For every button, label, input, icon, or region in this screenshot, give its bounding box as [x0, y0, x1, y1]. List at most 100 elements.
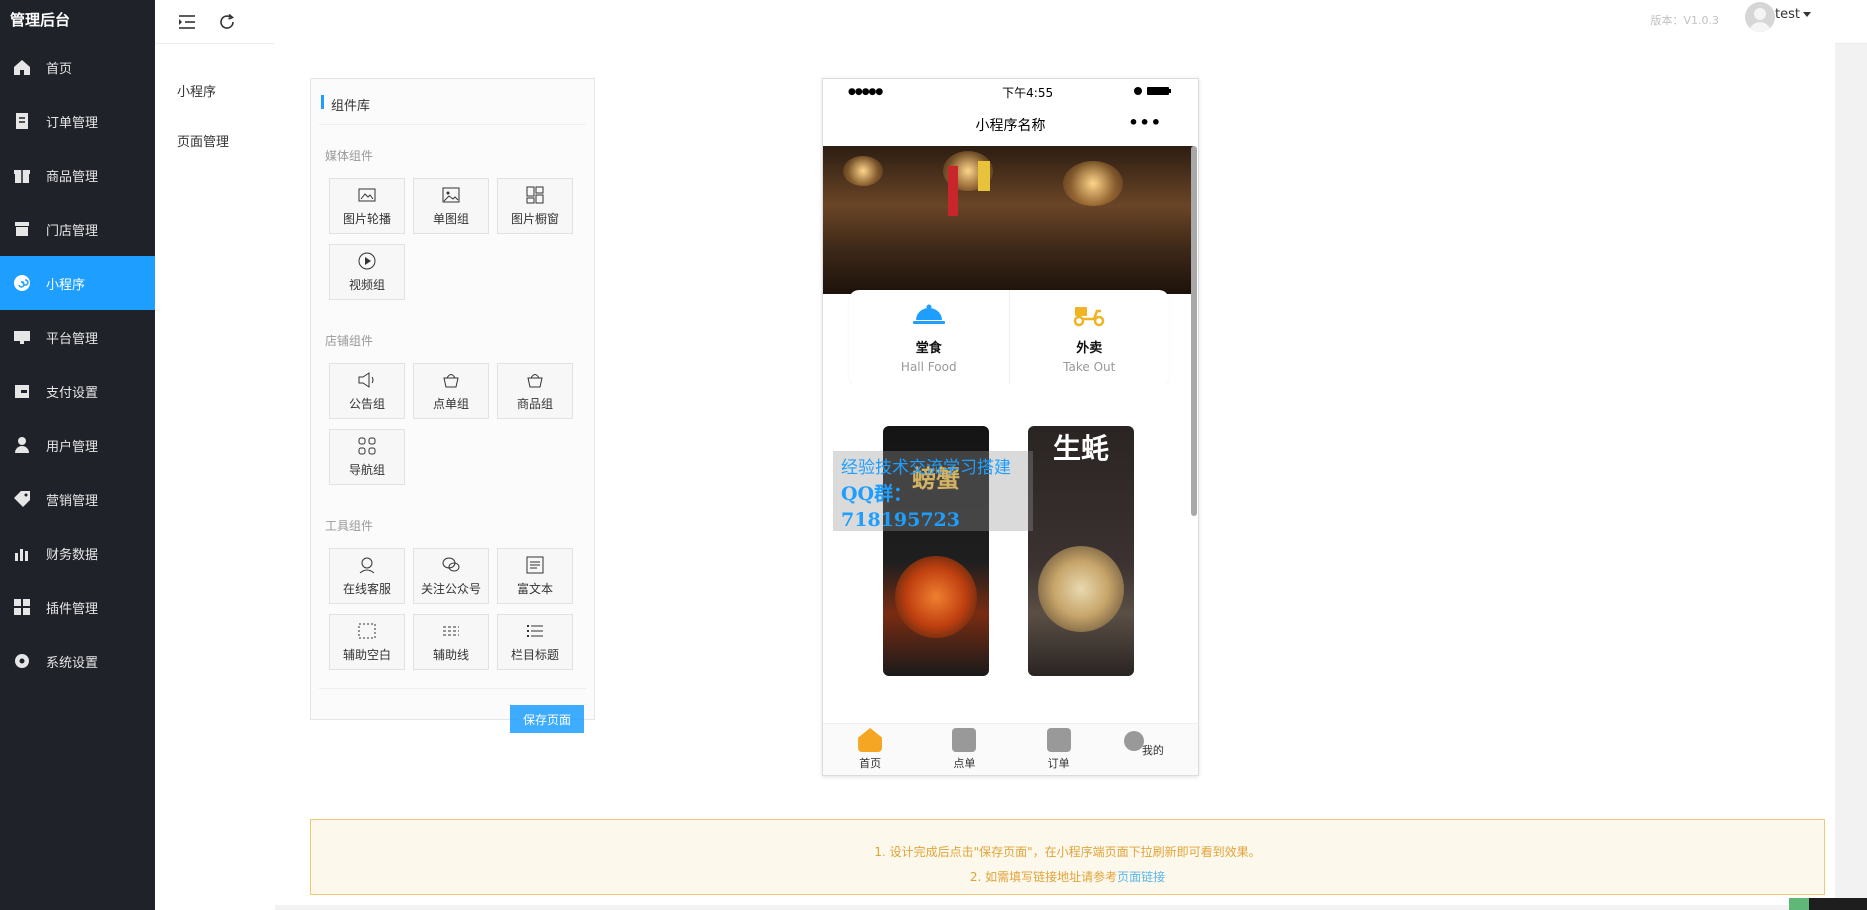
banner-sign [978, 161, 990, 191]
store-icon [12, 219, 32, 239]
phone-scrollbar[interactable] [1191, 146, 1197, 516]
subnav-item-miniapp[interactable]: 小程序 [155, 68, 275, 118]
tab-home[interactable]: 首页 [823, 724, 917, 775]
play-icon [358, 252, 376, 270]
component-button[interactable]: 栏目标题 [497, 614, 573, 670]
chart-icon [12, 543, 32, 563]
watermark-qq: QQ群：718195723 [841, 483, 960, 531]
component-grid: 公告组 点单组 商品组导航组 [329, 363, 589, 495]
sidebar: 管理后台 首页 订单管理 商品管理 门店管理 小程序 平台管理 支付设置 用户管理 营销管理 财务… [0, 0, 155, 910]
gear-icon [12, 651, 32, 671]
sidebar-item-0[interactable]: 首页 [0, 40, 155, 94]
phone-title-bar: 小程序名称 ••• [823, 105, 1198, 145]
notice-line-1: 1. 设计完成后点击"保存页面"，在小程序端页面下拉刷新即可看到效果。 [874, 845, 1261, 859]
component-button[interactable]: 单图组 [413, 178, 489, 234]
sidebar-item-2[interactable]: 商品管理 [0, 148, 155, 202]
sidebar-item-1[interactable]: 订单管理 [0, 94, 155, 148]
sidebar-item-5[interactable]: 平台管理 [0, 310, 155, 364]
component-label: 辅助线 [432, 648, 469, 662]
sidebar-item-10[interactable]: 插件管理 [0, 580, 155, 634]
sidebar-item-4[interactable]: 小程序 [0, 256, 155, 310]
sidebar-item-label: 系统设置 [46, 655, 99, 671]
component-label: 关注公众号 [420, 582, 481, 596]
tag-icon [12, 489, 32, 509]
card-hall-food[interactable]: 堂食 Hall Food [849, 290, 1009, 386]
sidebar-item-label: 营销管理 [46, 493, 99, 509]
component-button[interactable]: 导航组 [329, 429, 405, 485]
component-library: 组件库 媒体组件 图片轮播 单图组 图片橱窗 视频组 店铺组件 公告组 点单组 商品组 导航组 工具… [310, 78, 595, 733]
poster-oyster[interactable]: 生蚝 [1028, 426, 1134, 676]
sidebar-item-label: 首页 [46, 61, 73, 77]
order-icon [12, 111, 32, 131]
component-button[interactable]: 图片轮播 [329, 178, 405, 234]
tab-label: 首页 [859, 757, 882, 770]
subnav-item-pages[interactable]: 页面管理 [155, 118, 275, 168]
sidebar-item-7[interactable]: 用户管理 [0, 418, 155, 472]
sidebar-item-3[interactable]: 门店管理 [0, 202, 155, 256]
sidebar-item-label: 订单管理 [46, 115, 99, 131]
phone-tab-bar: 首页 点单 订单 我的 [823, 723, 1198, 775]
component-button[interactable]: 富文本 [497, 548, 573, 604]
card-take-out[interactable]: 外卖 Take Out [1008, 290, 1170, 386]
notice-line-2: 2. 如需填写链接地址请参考页面链接 [311, 865, 1824, 890]
notice-line-2-text: 2. 如需填写链接地址请参考 [969, 870, 1118, 884]
component-grid: 在线客服 关注公众号 富文本辅助空白 辅助线 栏目标题 [329, 548, 589, 680]
clipboard-icon [1046, 728, 1071, 752]
component-button[interactable]: 图片橱窗 [497, 178, 573, 234]
tab-mine[interactable]: 我的 [1106, 724, 1198, 775]
component-button[interactable]: 辅助线 [413, 614, 489, 670]
page-link[interactable]: 页面链接 [1117, 870, 1165, 884]
sidebar-item-label: 插件管理 [46, 601, 99, 617]
nav-grid-icon [358, 437, 376, 455]
sidebar-item-8[interactable]: 营销管理 [0, 472, 155, 526]
cloche-icon [912, 303, 946, 331]
component-button[interactable]: 视频组 [329, 244, 405, 300]
library-title: 组件库 [319, 91, 586, 125]
sidebar-item-6[interactable]: 支付设置 [0, 364, 155, 418]
battery-icon [1133, 85, 1173, 99]
watermark-line: 经验技术交流学习搭建 [841, 458, 1011, 478]
card-title: 堂食 [915, 340, 942, 356]
basket-icon [443, 374, 459, 388]
sidebar-item-label: 商品管理 [46, 169, 99, 185]
component-button[interactable]: 辅助空白 [329, 614, 405, 670]
tab-label: 点单 [953, 757, 976, 770]
refresh-icon[interactable] [215, 10, 239, 34]
component-label: 单图组 [432, 212, 469, 226]
component-label: 栏目标题 [510, 648, 559, 662]
collapse-menu-icon[interactable] [175, 10, 199, 34]
tab-label: 我的 [1141, 743, 1164, 757]
component-label: 视频组 [348, 278, 385, 292]
signal-dots: ●●●●● [848, 87, 883, 97]
tab-order[interactable]: 点单 [917, 724, 1011, 775]
monitor-icon [12, 327, 32, 347]
more-icon[interactable]: ••• [1128, 113, 1162, 132]
component-button[interactable]: 点单组 [413, 363, 489, 419]
avatar[interactable] [1745, 2, 1775, 32]
order-type-cards: 堂食 Hall Food 外卖 Take Out [849, 290, 1169, 386]
component-label: 图片橱窗 [510, 212, 559, 226]
list-title-icon [527, 625, 543, 637]
component-button[interactable]: 商品组 [497, 363, 573, 419]
component-button[interactable]: 在线客服 [329, 548, 405, 604]
tab-orders[interactable]: 订单 [1012, 724, 1106, 775]
component-button[interactable]: 关注公众号 [413, 548, 489, 604]
component-label: 辅助空白 [342, 648, 391, 662]
component-label: 富文本 [516, 582, 553, 596]
basket-icon [527, 374, 543, 388]
speaker-icon [358, 372, 374, 388]
user-menu[interactable]: test [1775, 7, 1811, 22]
tab-label: 订单 [1047, 757, 1070, 770]
image-window: 螃蟹 生蚝 [843, 384, 1173, 714]
component-button[interactable]: 公告组 [329, 363, 405, 419]
watermark-overlay: 经验技术交流学习搭建 QQ群：718195723 [833, 451, 1033, 531]
notice-box: 1. 设计完成后点击"保存页面"，在小程序端页面下拉刷新即可看到效果。 2. 如… [310, 819, 1825, 895]
sidebar-item-9[interactable]: 财务数据 [0, 526, 155, 580]
save-page-button[interactable]: 保存页面 [510, 705, 584, 733]
sidebar-item-11[interactable]: 系统设置 [0, 634, 155, 688]
banner-image[interactable] [823, 146, 1193, 294]
user-icon [12, 435, 32, 455]
corner-widget [1789, 898, 1867, 910]
sidebar-item-label: 用户管理 [46, 439, 99, 455]
component-label: 商品组 [516, 397, 553, 411]
